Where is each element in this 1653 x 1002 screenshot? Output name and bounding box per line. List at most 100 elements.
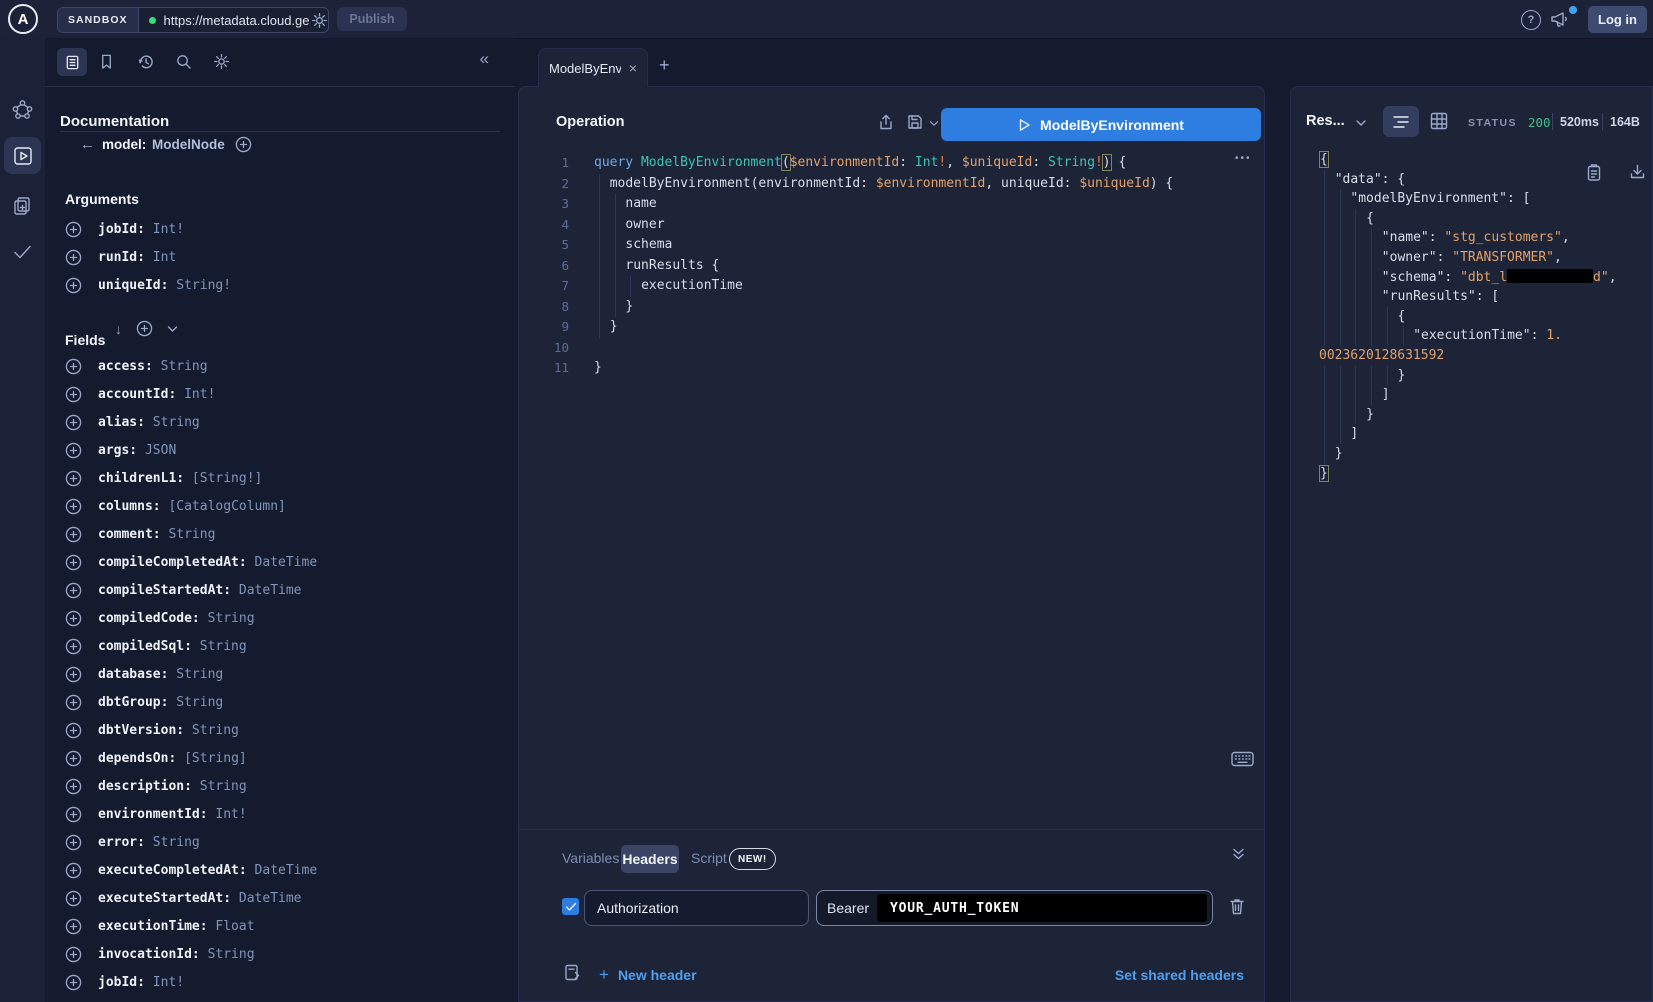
argument-row[interactable]: runId: Int (65, 243, 505, 271)
field-row[interactable]: columns: [CatalogColumn] (65, 492, 505, 520)
header-enabled-checkbox[interactable] (562, 898, 579, 915)
field-row[interactable]: dbtVersion: String (65, 716, 505, 744)
add-field-icon[interactable] (65, 806, 82, 823)
field-row[interactable]: dependsOn: [String] (65, 744, 505, 772)
header-name-input[interactable] (584, 890, 809, 926)
publish-button[interactable]: Publish (337, 7, 407, 31)
explorer-nav-selected[interactable] (4, 137, 41, 174)
expand-rail-icon[interactable]: » (10, 996, 19, 1002)
tab-variables[interactable]: Variables (562, 850, 619, 866)
add-field-icon[interactable] (65, 890, 82, 907)
checklist-icon[interactable] (11, 240, 34, 263)
add-field-icon[interactable] (65, 554, 82, 571)
apollo-logo[interactable]: A (8, 4, 38, 34)
field-row[interactable]: compiledCode: String (65, 604, 505, 632)
add-field-icon[interactable] (65, 610, 82, 627)
field-row[interactable]: childrenL1: [String!] (65, 464, 505, 492)
add-field-icon[interactable] (65, 498, 82, 515)
add-field-icon[interactable] (65, 221, 82, 238)
tree-view-toggle-selected[interactable] (1383, 106, 1419, 137)
tab-headers-selected[interactable]: Headers (621, 845, 679, 873)
keyboard-shortcuts-icon[interactable] (1231, 751, 1254, 767)
add-field-icon[interactable] (65, 414, 82, 431)
close-tab-icon[interactable]: × (629, 60, 637, 76)
back-icon[interactable]: ← (80, 136, 95, 154)
save-operation-icon[interactable] (906, 113, 924, 131)
delete-header-icon[interactable] (1228, 897, 1246, 916)
add-field-icon[interactable] (65, 666, 82, 683)
tab-script[interactable]: Script (691, 850, 727, 866)
field-row[interactable]: error: String (65, 828, 505, 856)
run-operation-button[interactable]: ModelByEnvironment (941, 108, 1261, 141)
history-tab[interactable] (137, 53, 155, 71)
add-field-icon[interactable] (65, 582, 82, 599)
field-row[interactable]: invocationId: String (65, 940, 505, 968)
add-all-fields-icon[interactable] (136, 320, 153, 337)
add-field-icon[interactable] (65, 694, 82, 711)
sort-fields-icon[interactable]: ↓ (115, 321, 122, 337)
field-row[interactable]: executeStartedAt: DateTime (65, 884, 505, 912)
add-field-icon[interactable] (65, 834, 82, 851)
add-field-icon[interactable] (65, 358, 82, 375)
add-field-icon[interactable] (65, 750, 82, 767)
field-row[interactable]: environmentId: Int! (65, 800, 505, 828)
field-row[interactable]: executionTime: Float (65, 912, 505, 940)
add-field-icon[interactable] (65, 918, 82, 935)
endpoint-url[interactable]: https://metadata.cloud.get (164, 13, 309, 28)
add-field-icon[interactable] (65, 442, 82, 459)
share-operation-icon[interactable] (877, 113, 895, 131)
add-field-icon[interactable] (65, 862, 82, 879)
field-row[interactable]: jobId: Int! (65, 968, 505, 996)
operation-collection-icon[interactable] (11, 194, 34, 217)
login-button[interactable]: Log in (1588, 6, 1647, 33)
table-view-toggle[interactable] (1429, 111, 1449, 131)
add-type-icon[interactable] (235, 136, 252, 153)
connection-settings-icon[interactable] (311, 12, 328, 29)
add-field-icon[interactable] (65, 778, 82, 795)
auth-token-redacted[interactable]: YOUR_AUTH_TOKEN (877, 894, 1207, 922)
field-row[interactable]: compileCompletedAt: DateTime (65, 548, 505, 576)
operation-tab[interactable]: ModelByEnvi... × (538, 48, 648, 87)
documentation-tab-selected[interactable] (57, 48, 87, 76)
graph-endpoint-chip[interactable]: SANDBOX https://metadata.cloud.get (57, 7, 329, 33)
field-row[interactable]: accountId: Int! (65, 380, 505, 408)
field-row[interactable]: alias: String (65, 408, 505, 436)
field-row[interactable]: database: String (65, 660, 505, 688)
schema-graph-icon[interactable] (11, 98, 34, 121)
add-field-icon[interactable] (65, 277, 82, 294)
settings-tab[interactable] (213, 53, 230, 70)
operation-editor[interactable]: 1query ModelByEnvironment($environmentId… (529, 153, 1250, 483)
save-menu-chevron-icon[interactable] (929, 120, 939, 127)
breadcrumb-type[interactable]: ModelNode (152, 137, 225, 152)
announcements-icon[interactable] (1549, 9, 1571, 29)
new-tab-icon[interactable]: + (659, 55, 670, 76)
add-field-icon[interactable] (65, 722, 82, 739)
field-row[interactable]: compiledSql: String (65, 632, 505, 660)
search-tab[interactable] (175, 53, 192, 70)
help-icon[interactable]: ? (1521, 10, 1541, 30)
bookmarks-tab[interactable] (98, 53, 115, 70)
field-row[interactable]: comment: String (65, 520, 505, 548)
field-row[interactable]: executeCompletedAt: DateTime (65, 856, 505, 884)
chevron-down-icon[interactable] (167, 325, 178, 333)
response-panel-title[interactable]: Res... (1306, 113, 1345, 129)
field-row[interactable]: compileStartedAt: DateTime (65, 576, 505, 604)
collapse-docs-icon[interactable]: « (480, 49, 489, 69)
response-dropdown-chevron-icon[interactable] (1355, 119, 1367, 127)
field-row[interactable]: access: String (65, 352, 505, 380)
add-field-icon[interactable] (65, 526, 82, 543)
add-field-icon[interactable] (65, 638, 82, 655)
add-field-icon[interactable] (65, 249, 82, 266)
argument-row[interactable]: jobId: Int! (65, 215, 505, 243)
environment-variables-icon[interactable] (563, 963, 581, 982)
add-field-icon[interactable] (65, 974, 82, 991)
new-header-button[interactable]: + New header (599, 965, 697, 985)
add-field-icon[interactable] (65, 386, 82, 403)
add-field-icon[interactable] (65, 946, 82, 963)
field-row[interactable]: description: String (65, 772, 505, 800)
field-row[interactable]: dbtGroup: String (65, 688, 505, 716)
field-row[interactable]: args: JSON (65, 436, 505, 464)
argument-row[interactable]: uniqueId: String! (65, 271, 505, 299)
set-shared-headers-button[interactable]: Set shared headers (1115, 967, 1244, 983)
collapse-footer-icon[interactable] (1231, 847, 1246, 861)
